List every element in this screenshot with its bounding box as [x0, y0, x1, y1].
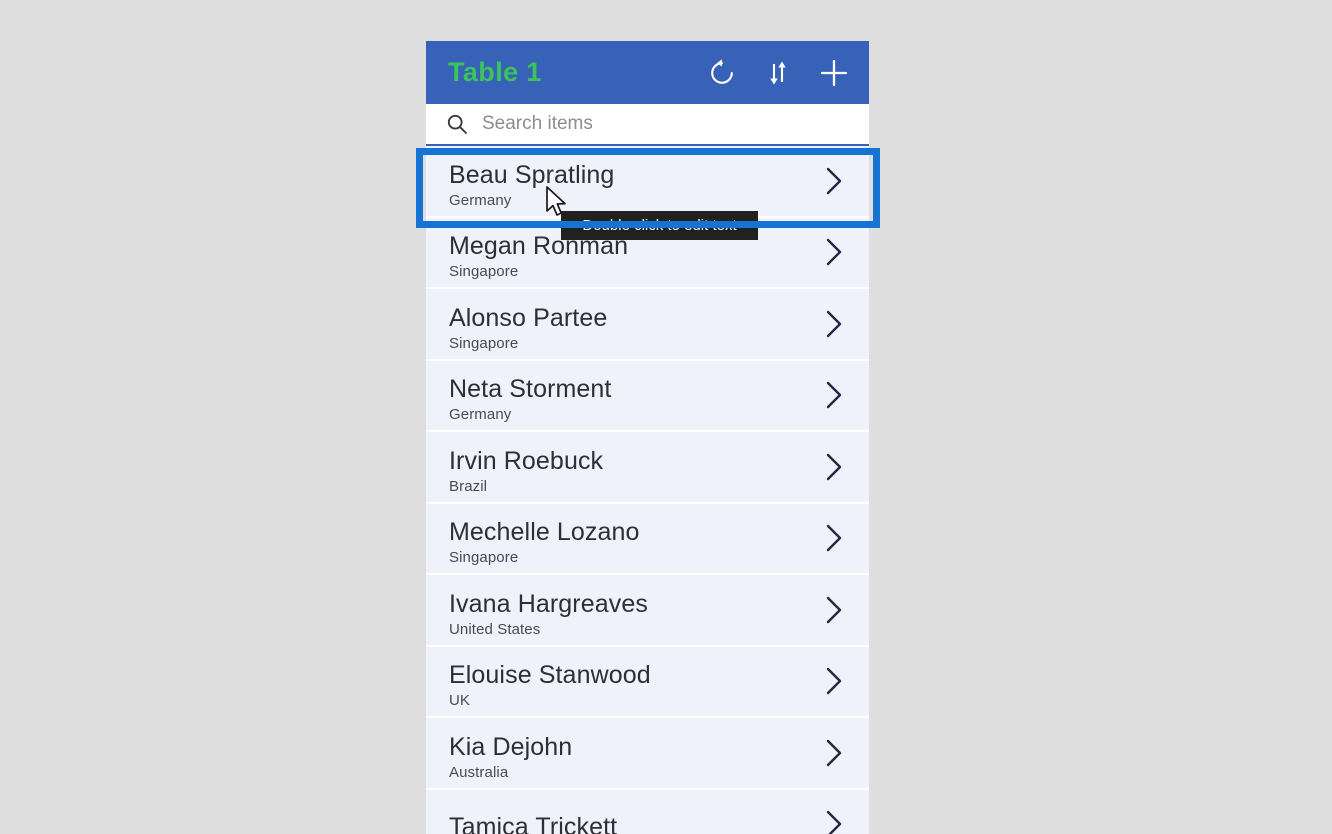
plus-icon: [818, 57, 850, 89]
chevron-right-icon[interactable]: [821, 378, 847, 412]
chevron-right-icon[interactable]: [821, 807, 847, 834]
search-input[interactable]: [482, 113, 853, 135]
item-name: Kia Dejohn: [449, 732, 573, 761]
chevron-right-icon[interactable]: [821, 593, 847, 627]
item-country: Singapore: [449, 549, 519, 567]
item-country: Singapore: [449, 263, 519, 281]
item-name: Neta Storment: [449, 375, 612, 404]
chevron-right-icon[interactable]: [821, 307, 847, 341]
list-item[interactable]: Mechelle Lozano Singapore: [426, 503, 869, 575]
search-icon: [446, 113, 468, 135]
chevron-right-icon[interactable]: [821, 235, 847, 269]
refresh-icon: [707, 58, 737, 88]
item-country: United States: [449, 620, 541, 638]
item-name: Beau Spratling: [449, 160, 615, 189]
list-item[interactable]: Ivana Hargreaves United States: [426, 575, 869, 647]
refresh-button[interactable]: [705, 56, 739, 90]
chevron-right-icon[interactable]: [821, 736, 847, 770]
list-item[interactable]: Kia Dejohn Australia: [426, 718, 869, 790]
item-country: Brazil: [449, 477, 488, 495]
chevron-right-icon[interactable]: [821, 164, 847, 198]
header-actions: [705, 56, 851, 90]
item-country: UK: [449, 692, 471, 710]
item-country: Germany: [449, 191, 512, 209]
chevron-right-icon[interactable]: [821, 521, 847, 555]
chevron-right-icon[interactable]: [821, 664, 847, 698]
page-title: Table 1: [448, 57, 542, 87]
item-country: Singapore: [449, 334, 519, 352]
item-country: Australia: [449, 763, 509, 781]
app-panel: Table 1 Search items Beau Spratling Germ…: [426, 41, 869, 834]
item-name: Alonso Partee: [449, 303, 608, 332]
list-item[interactable]: Beau Spratling Germany: [426, 146, 869, 218]
add-item-button[interactable]: [817, 56, 851, 90]
item-name: Elouise Stanwood: [449, 661, 651, 690]
items-list: Beau Spratling Germany Megan Ronman Sing…: [426, 146, 869, 834]
list-item[interactable]: Neta Storment Germany: [426, 360, 869, 432]
item-name: Mechelle Lozano: [449, 518, 640, 547]
list-item[interactable]: Tamica Trickett: [426, 789, 869, 834]
tooltip: Double click to edit text: [561, 211, 758, 240]
item-name: Irvin Roebuck: [449, 446, 604, 475]
chevron-right-icon[interactable]: [821, 450, 847, 484]
sort-button[interactable]: [761, 56, 795, 90]
item-name: Tamica Trickett: [449, 812, 618, 834]
list-item[interactable]: Alonso Partee Singapore: [426, 289, 869, 361]
list-item[interactable]: Elouise Stanwood UK: [426, 646, 869, 718]
item-country: Germany: [449, 406, 512, 424]
item-name: Ivana Hargreaves: [449, 589, 648, 618]
list-item[interactable]: Irvin Roebuck Brazil: [426, 432, 869, 504]
app-header-bar: Table 1: [426, 41, 869, 104]
sort-arrows-icon: [763, 58, 793, 88]
search-bar[interactable]: [426, 104, 869, 146]
